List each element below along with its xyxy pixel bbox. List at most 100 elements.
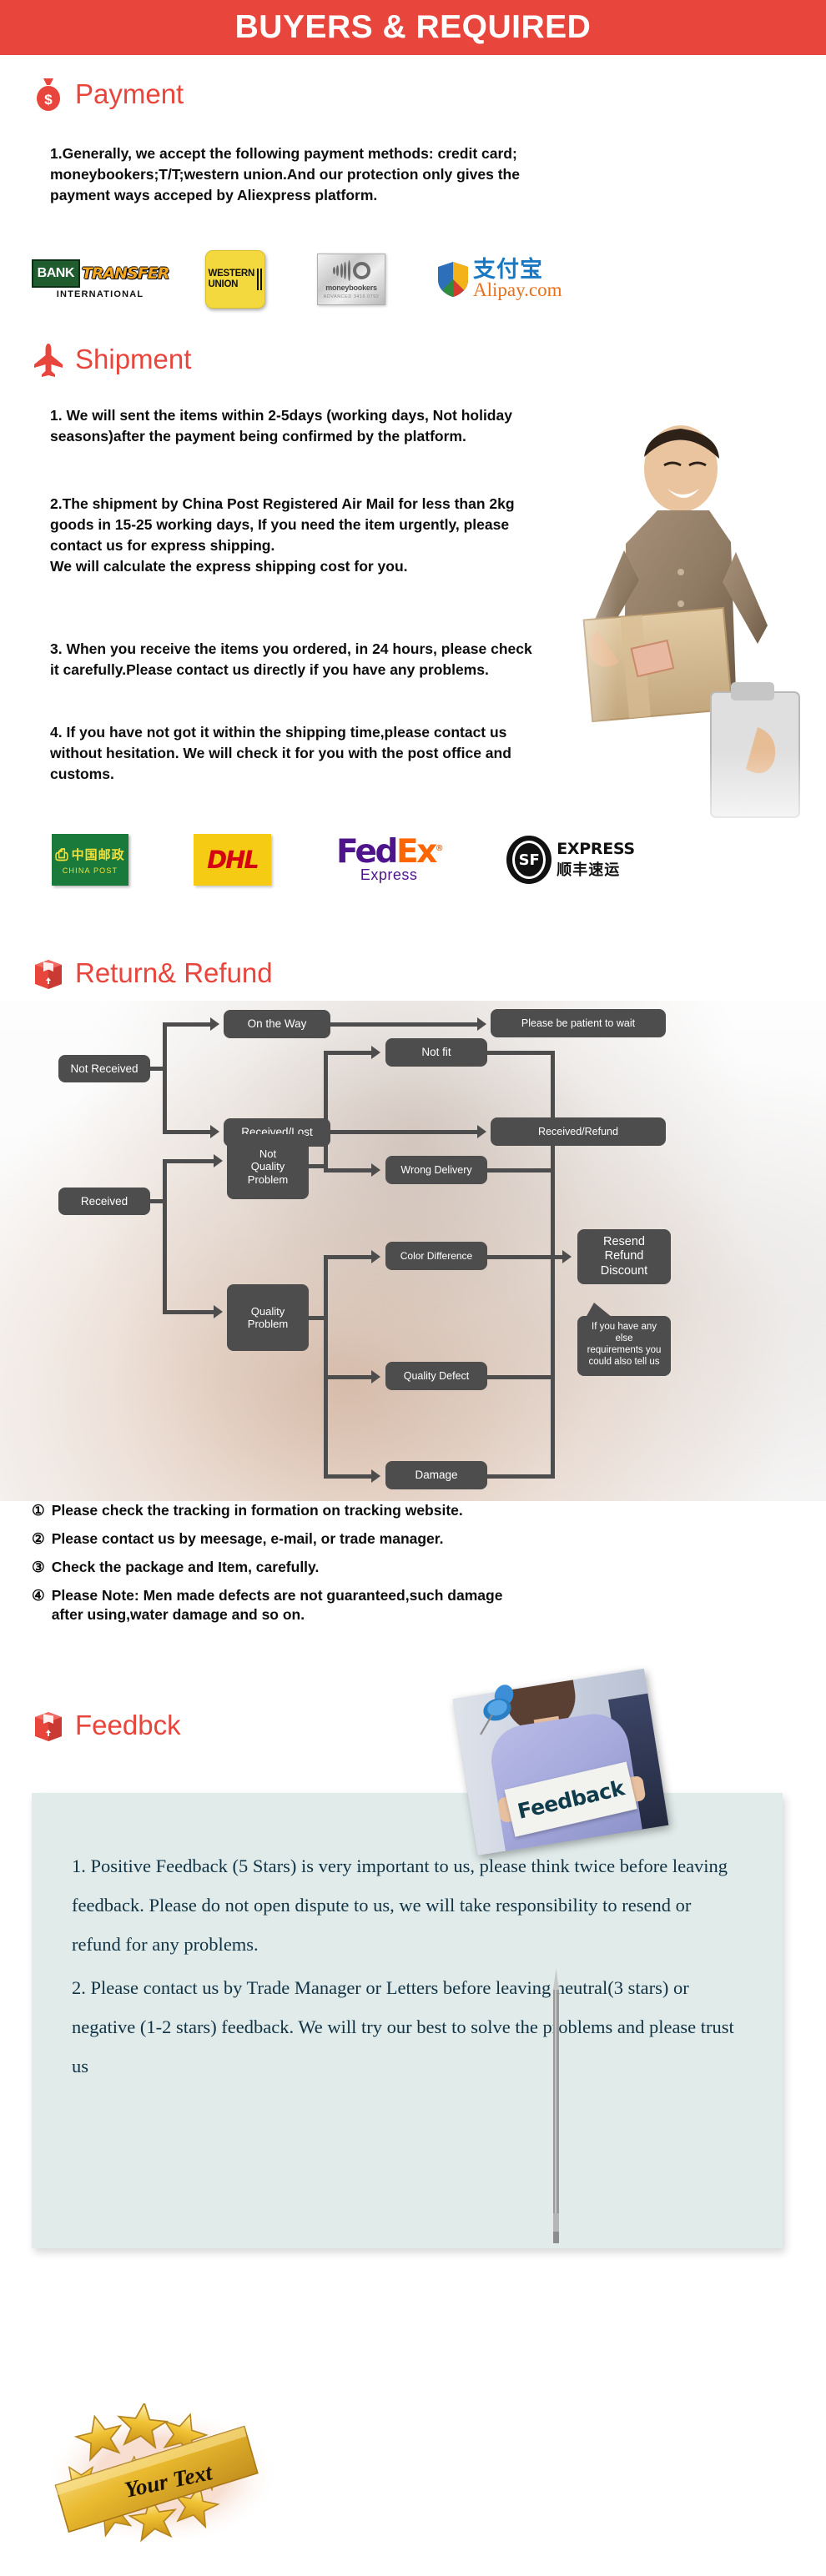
fedex-express-text: Express: [360, 866, 418, 883]
flow-node-quality-defect: Quality Defect: [385, 1362, 487, 1390]
flow-connector: [324, 1051, 372, 1055]
money-bag-icon: $: [32, 77, 65, 112]
alipay-logo: 支付宝 Alipay.com: [437, 259, 562, 300]
flow-connector: [163, 1130, 211, 1134]
western-union-line1: WESTERN: [208, 268, 255, 279]
section-heading-shipment: Shipment: [32, 342, 191, 377]
delivery-man-photo: [517, 417, 801, 851]
flow-node-resend-refund-discount: Resend Refund Discount: [577, 1229, 671, 1284]
flow-arrow: [210, 1125, 219, 1138]
flow-arrow: [371, 1046, 380, 1059]
flow-connector: [324, 1168, 372, 1173]
flow-node-wrong-delivery: Wrong Delivery: [385, 1156, 487, 1184]
flow-arrow: [214, 1305, 223, 1318]
bank-transfer-transfer-text: TRANSFER: [81, 264, 169, 283]
shipping-carriers-row: ⎙ 中国邮政 CHINA POST DHL FedEx® Express SF …: [52, 834, 786, 886]
list-item: ① Please check the tracking in formation…: [32, 1501, 783, 1520]
section-title-payment: Payment: [75, 78, 184, 109]
fedex-fed-text: Fed: [336, 833, 398, 871]
flow-arrow: [477, 1125, 486, 1138]
circled-number-icon: ③: [32, 1559, 45, 1576]
flow-node-quality-problem: Quality Problem: [227, 1284, 309, 1351]
moneybookers-mark-icon: [332, 259, 370, 281]
sf-express-english-text: EXPRESS: [557, 840, 635, 858]
flow-connector: [163, 1159, 214, 1163]
fedex-registered-icon: ®: [435, 844, 444, 853]
pencil-icon: [551, 1968, 562, 2243]
flow-connector: [487, 1051, 554, 1055]
note-text: Please Note: Men made defects are not gu…: [51, 1587, 503, 1624]
note-text: Please check the tracking in formation o…: [51, 1502, 463, 1519]
list-item: ④ Please Note: Men made defects are not …: [32, 1586, 783, 1624]
package-box-icon: [32, 1708, 65, 1743]
flow-connector: [487, 1474, 554, 1479]
china-post-chinese-text: 中国邮政: [71, 847, 125, 862]
flow-arrow: [371, 1469, 380, 1483]
section-heading-return-refund: Return& Refund: [32, 956, 273, 991]
flow-connector: [163, 1022, 167, 1134]
shipment-body-4: 4. If you have not got it within the shi…: [50, 724, 511, 782]
flow-connector: [330, 1022, 479, 1027]
flow-node-not-quality-problem: Not Quality Problem: [227, 1134, 309, 1199]
flow-node-not-fit: Not fit: [385, 1038, 487, 1067]
bank-transfer-international-text: INTERNATIONAL: [56, 289, 144, 299]
section-heading-feedback: Feedbck: [32, 1708, 181, 1743]
sf-express-chinese-text: 顺丰速运: [557, 861, 621, 879]
circled-number-icon: ④: [32, 1587, 45, 1604]
sf-express-mark-text: SF: [518, 851, 540, 869]
flow-node-color-difference: Color Difference: [385, 1242, 487, 1270]
china-post-emblem-icon: ⎙: [55, 845, 68, 864]
flow-callout-extra-requirements: If you have any else requirements you co…: [577, 1303, 671, 1376]
flow-connector: [324, 1375, 372, 1379]
flow-arrow: [477, 1017, 486, 1031]
page-title: BUYERS & REQUIRED: [234, 9, 592, 45]
flow-arrow: [371, 1370, 380, 1383]
flow-connector: [163, 1310, 214, 1314]
package-box-icon: [32, 956, 65, 991]
flow-connector: [324, 1051, 328, 1173]
shipment-body-1: 1. We will sent the items within 2-5days…: [50, 407, 512, 444]
feedback-paragraph-2: 2. Please contact us by Trade Manager or…: [72, 1977, 734, 2076]
flow-connector: [324, 1255, 328, 1479]
flow-connector: [487, 1375, 554, 1379]
china-post-logo: ⎙ 中国邮政 CHINA POST: [52, 834, 128, 886]
alipay-domain-text: Alipay.com: [473, 279, 562, 300]
fedex-ex-text: Ex: [395, 833, 437, 871]
gold-star-ribbon-badge: Your Text: [43, 2399, 294, 2547]
sf-express-logo: SF EXPRESS 顺丰速运: [506, 836, 635, 884]
note-text: Please contact us by meesage, e-mail, or…: [51, 1530, 444, 1548]
flow-arrow: [371, 1250, 380, 1263]
bank-transfer-bank-text: BANK: [31, 259, 80, 288]
return-refund-flowchart: Not Received On the Way Please be patien…: [0, 1001, 826, 1501]
payment-logos-row: BANK TRANSFER INTERNATIONAL WESTERN UNIO…: [31, 250, 781, 309]
flow-arrow: [210, 1017, 219, 1031]
moneybookers-wordmark: moneybookers: [325, 283, 377, 292]
flow-connector: [324, 1474, 372, 1479]
flow-connector: [330, 1130, 479, 1134]
flow-arrow: [562, 1250, 572, 1263]
western-union-logo: WESTERN UNION: [205, 250, 265, 309]
return-refund-notes-list: ① Please check the tracking in formation…: [32, 1501, 783, 1634]
dhl-wordmark: DHL: [207, 846, 259, 874]
shipment-body-3: 3. When you receive the items you ordere…: [50, 640, 532, 678]
western-union-line2: UNION: [208, 279, 239, 289]
page-header-banner: BUYERS & REQUIRED: [0, 0, 826, 55]
moneybookers-logo: moneybookers ADVANCED 3416 0792: [317, 254, 385, 305]
fedex-logo: FedEx® Express: [336, 833, 444, 884]
section-title-shipment: Shipment: [75, 344, 192, 374]
section-title-return-refund: Return& Refund: [75, 957, 273, 988]
shipment-body-2: 2.The shipment by China Post Registered …: [50, 495, 515, 575]
list-item: ③ Check the package and Item, carefully.: [32, 1558, 783, 1577]
flow-connector: [487, 1168, 554, 1173]
flow-node-on-the-way: On the Way: [224, 1010, 330, 1038]
section-heading-payment: $ Payment: [32, 77, 184, 112]
circled-number-icon: ②: [32, 1530, 45, 1548]
circled-number-icon: ①: [32, 1502, 45, 1519]
dhl-logo: DHL: [194, 834, 271, 886]
alipay-chinese-text: 支付宝: [473, 256, 543, 283]
flow-connector: [324, 1255, 372, 1259]
flow-connector: [487, 1255, 564, 1259]
payment-body-text: 1.Generally, we accept the following pay…: [50, 145, 520, 203]
bank-transfer-logo: BANK TRANSFER INTERNATIONAL: [31, 255, 169, 304]
flow-arrow: [371, 1163, 380, 1177]
